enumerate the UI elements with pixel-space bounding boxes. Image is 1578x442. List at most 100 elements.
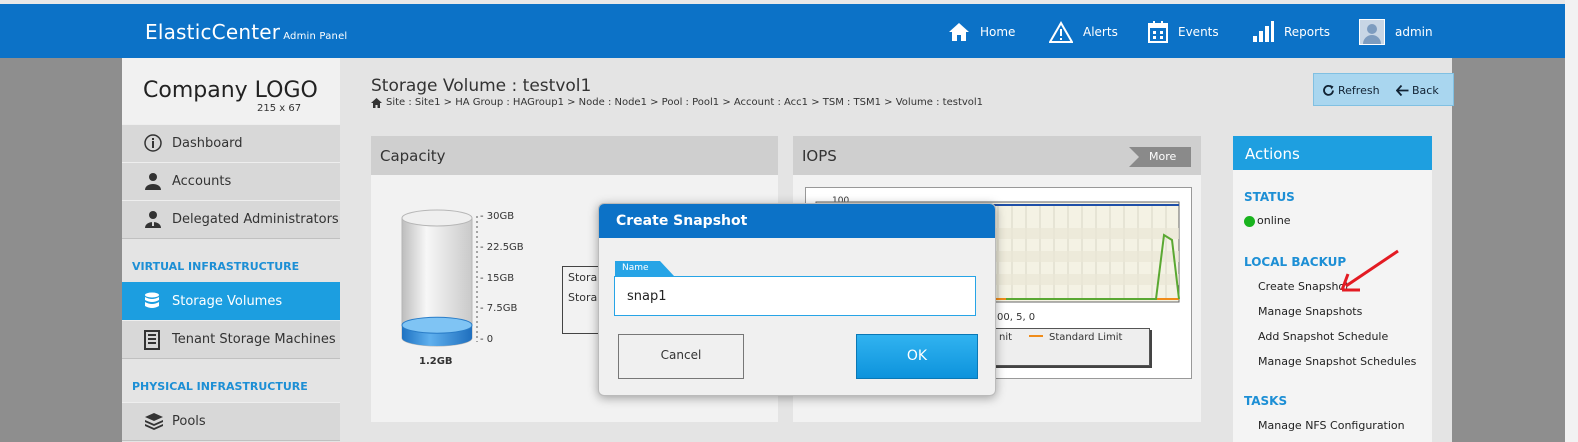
snapshot-name-input[interactable] [614, 276, 976, 316]
sidebar-item-storage-volumes[interactable]: Storage Volumes [122, 282, 360, 321]
capacity-tick-label: - 0 [480, 334, 494, 345]
add-snapshot-schedule-link[interactable]: Add Snapshot Schedule [1258, 330, 1388, 343]
brand[interactable]: ElasticCenter Admin Panel [145, 20, 347, 44]
refresh-label: Refresh [1338, 84, 1380, 97]
iops-legend-item: Standard Limit [1049, 332, 1123, 343]
capacity-used-label: 1.2GB [419, 356, 453, 367]
annotation-arrow-icon [1340, 249, 1399, 292]
ok-button[interactable]: OK [856, 334, 978, 379]
scrollbar-track[interactable] [1565, 0, 1578, 442]
more-button[interactable]: More [1129, 147, 1191, 167]
capacity-legend-item: Stora [568, 271, 598, 284]
iops-legend-item: nit [999, 332, 1013, 343]
cancel-label: Cancel [660, 348, 702, 362]
capacity-cylinder [401, 209, 478, 347]
refresh-button[interactable]: Refresh [1322, 84, 1380, 97]
capacity-title: Capacity [380, 147, 446, 165]
nav-user-label: admin [1395, 25, 1433, 39]
name-label-text: Name [622, 263, 649, 273]
nav-alerts[interactable]: Alerts [1049, 18, 1118, 46]
status-indicator: online [1244, 214, 1291, 227]
ok-label: OK [906, 348, 928, 364]
logo-text: Company LOGO [143, 78, 318, 103]
manage-snapshot-schedules-link[interactable]: Manage Snapshot Schedules [1258, 355, 1416, 368]
home-icon [949, 23, 969, 41]
calendar-icon [1148, 21, 1168, 43]
standard-limit-marker-icon [1029, 335, 1043, 337]
capacity-tick-label: - 7.5GB [480, 303, 518, 315]
home-small-icon[interactable] [371, 97, 382, 108]
sidebar-item-accounts[interactable]: Accounts [122, 162, 340, 201]
sidebar-item-label: Delegated Administrators [172, 212, 339, 227]
capacity-tick-label: - 15GB [480, 272, 515, 284]
iops-legend: nit Standard Limit [990, 328, 1150, 366]
create-snapshot-dialog: Create Snapshot Name Cancel OK [598, 203, 996, 396]
breadcrumb-path[interactable]: Site : Site1 > HA Group : HAGroup1 > Nod… [386, 97, 983, 108]
sidebar-item-delegated-administrators[interactable]: Delegated Administrators [122, 200, 340, 239]
logo-size: 215 x 67 [257, 103, 302, 114]
nav-home[interactable]: Home [948, 18, 1015, 46]
nav-reports[interactable]: Reports [1252, 18, 1330, 46]
user-icon [145, 173, 161, 190]
iops-title: IOPS [802, 147, 837, 165]
bar-chart-icon [1253, 21, 1274, 42]
sidebar-item-pools[interactable]: Pools [122, 402, 340, 441]
sidebar-item-label: Pools [172, 414, 206, 429]
nav-events[interactable]: Events [1148, 18, 1219, 46]
local-backup-heading: LOCAL BACKUP [1244, 255, 1347, 269]
back-button[interactable]: Back [1396, 84, 1439, 97]
manage-nfs-configuration-link[interactable]: Manage NFS Configuration [1258, 419, 1405, 432]
capacity-legend-item: Stora [568, 291, 598, 304]
nav-home-label: Home [980, 25, 1016, 39]
manage-snapshots-link[interactable]: Manage Snapshots [1258, 305, 1362, 318]
name-field-label: Name [615, 261, 674, 276]
nav-reports-label: Reports [1284, 25, 1331, 39]
dialog-title: Create Snapshot [616, 213, 748, 229]
alert-icon [1049, 21, 1073, 43]
sidebar-section-virtual: VIRTUAL INFRASTRUCTURE [132, 260, 300, 273]
company-logo[interactable]: Company LOGO 215 x 67 [122, 58, 340, 124]
nav-user-menu[interactable]: admin [1359, 18, 1433, 46]
capacity-header: Capacity [371, 136, 778, 175]
back-label: Back [1412, 84, 1439, 97]
brand-subtitle: Admin Panel [283, 31, 348, 42]
breadcrumb: Site : Site1 > HA Group : HAGroup1 > Nod… [371, 97, 983, 108]
user-avatar-icon [1359, 19, 1385, 45]
cancel-button[interactable]: Cancel [618, 334, 744, 379]
more-label: More [1149, 150, 1177, 163]
sidebar-item-label: Storage Volumes [172, 294, 283, 309]
admin-icon [145, 211, 161, 228]
iops-axis-label: 00, 5, 0 [997, 312, 1036, 323]
sidebar-section-physical: PHYSICAL INFRASTRUCTURE [132, 380, 308, 393]
page-gutter-left [0, 58, 122, 442]
actions-header: Actions [1233, 136, 1432, 170]
create-snapshot-link[interactable]: Create Snapshot [1258, 280, 1349, 293]
sidebar-item-label: Dashboard [172, 136, 243, 151]
actions-panel: Actions STATUS online LOCAL BACKUP Creat… [1233, 136, 1432, 442]
toolbar: Refresh Back [1313, 73, 1454, 106]
server-icon [144, 330, 160, 350]
database-icon [145, 292, 159, 308]
nav-events-label: Events [1178, 25, 1219, 39]
sidebar-item-tenant-storage-machines[interactable]: Tenant Storage Machines [122, 320, 340, 359]
sidebar-item-dashboard[interactable]: Dashboard [122, 124, 340, 163]
layers-icon [145, 413, 163, 430]
top-bar: ElasticCenter Admin Panel Home Alerts Eve… [0, 4, 1565, 58]
capacity-legend: Stora Stora [562, 266, 603, 334]
capacity-tick-label: - 30GB [480, 211, 515, 222]
online-dot-icon [1244, 215, 1255, 227]
brand-title: ElasticCenter [145, 20, 281, 44]
sidebar-item-label: Accounts [172, 174, 232, 189]
capacity-fill [401, 316, 473, 346]
capacity-tick-label: - 22.5GB [480, 241, 524, 253]
actions-title: Actions [1245, 145, 1300, 163]
sidebar: Company LOGO 215 x 67 Dashboard Accounts… [122, 58, 360, 442]
arrow-left-icon [1396, 85, 1409, 96]
page-title: Storage Volume : testvol1 [371, 76, 592, 96]
tasks-heading: TASKS [1244, 394, 1288, 408]
iops-header: IOPS More [793, 136, 1201, 175]
status-heading: STATUS [1244, 190, 1295, 204]
page-gutter-right [1452, 58, 1565, 442]
refresh-icon [1323, 84, 1334, 96]
dialog-header: Create Snapshot [599, 204, 995, 238]
